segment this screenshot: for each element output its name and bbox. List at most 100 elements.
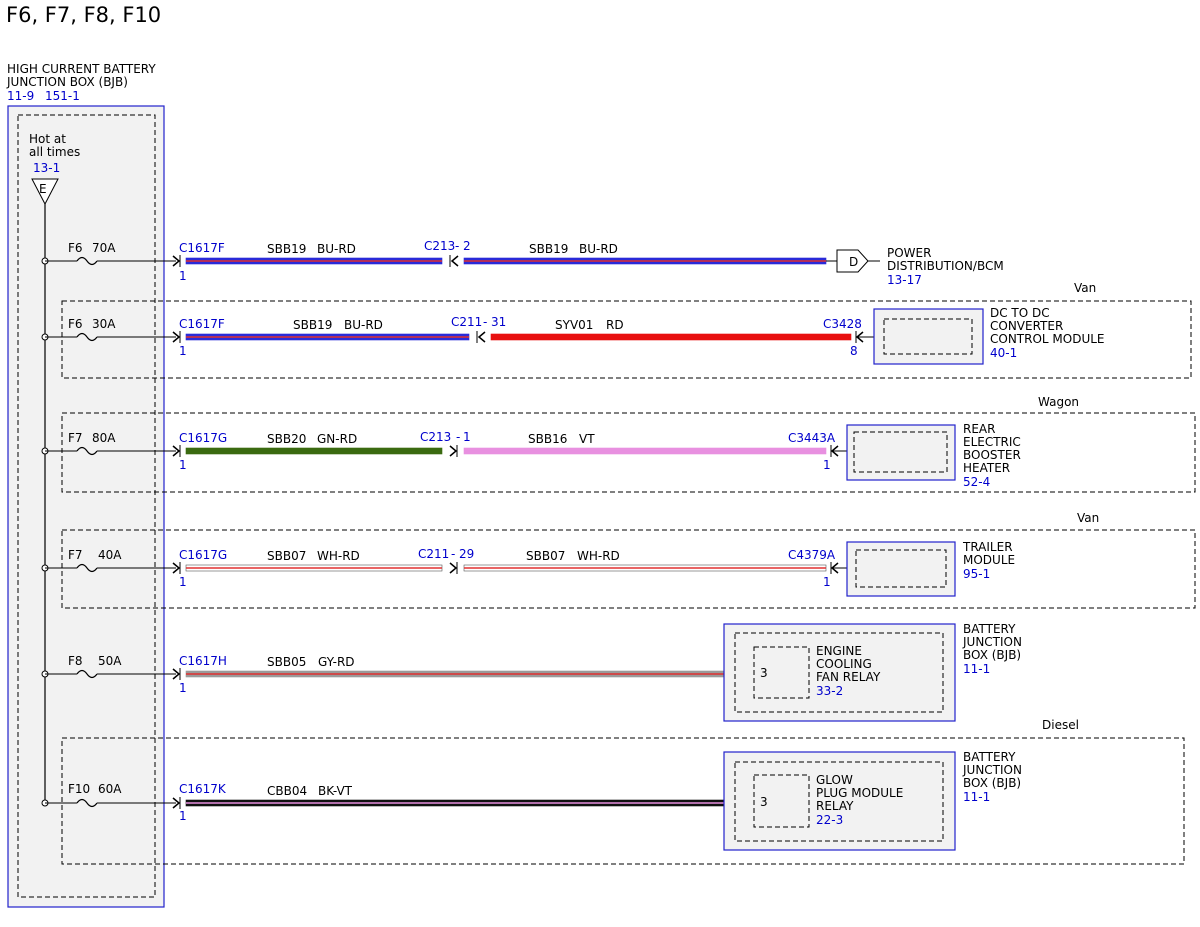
dest-line-1: DC TO DC <box>990 306 1050 320</box>
circuit1-color: GN-RD <box>317 432 357 446</box>
fuse-amps: 30A <box>92 317 116 331</box>
relay-ref: 33-2 <box>816 684 843 698</box>
connector-pin: 1 <box>179 575 187 589</box>
fuse-amps: 60A <box>98 782 122 796</box>
inline-dash: - <box>451 547 455 561</box>
inline-connector-arrow <box>449 562 458 574</box>
inline-pin: 31 <box>491 315 506 329</box>
fuse-label: F7 <box>68 548 83 562</box>
end-connector: C3443A <box>788 431 836 445</box>
inline-connector-arrow <box>449 445 458 457</box>
inline-pin: 2 <box>463 239 471 253</box>
relay-line-3: FAN RELAY <box>816 670 881 684</box>
dest-line-2: CONVERTER <box>990 319 1063 333</box>
fuse-amps: 70A <box>92 241 116 255</box>
box-line-1: BATTERY <box>963 622 1016 636</box>
dest-line-2: ELECTRIC <box>963 435 1021 449</box>
fuse-label: F8 <box>68 654 83 668</box>
bjb-ref1: 11-9 <box>7 89 34 103</box>
page-title: F6, F7, F8, F10 <box>6 3 161 27</box>
dest-line-4: HEATER <box>963 461 1010 475</box>
inline-dash: - <box>456 430 460 444</box>
relay-line-1: GLOW <box>816 773 853 787</box>
connector-pin: 1 <box>179 681 187 695</box>
connector-label: C1617H <box>179 654 227 668</box>
box-line-3: BOX (BJB) <box>963 776 1021 790</box>
circuit2-id: SBB07 <box>526 549 565 563</box>
variant-label-wagon: Wagon <box>1038 395 1079 409</box>
dest-component-box <box>873 308 984 365</box>
circuit2-color: RD <box>606 318 624 332</box>
connector-pin: 1 <box>179 809 187 823</box>
wire-segment <box>463 447 827 455</box>
dest-line-1: TRAILER <box>962 540 1013 554</box>
circuit1-id: SBB05 <box>267 655 306 669</box>
relay-line-1: ENGINE <box>816 644 862 658</box>
circuit2-id: SBB16 <box>528 432 567 446</box>
bjb-ref2: 151-1 <box>45 89 80 103</box>
wire-segment <box>490 333 852 341</box>
circuit-row-2: F7 80A C1617G 1 SBB20 GN-RD C213 - 1 SBB… <box>68 422 1021 489</box>
box-line-2: JUNCTION <box>962 635 1022 649</box>
connector-label: C1617G <box>179 431 227 445</box>
dest-ref: 40-1 <box>990 346 1017 360</box>
box-line-1: BATTERY <box>963 750 1016 764</box>
fuse-label: F10 <box>68 782 90 796</box>
connector-pin: 1 <box>179 344 187 358</box>
circuit1-id: CBB04 <box>267 784 307 798</box>
dest-ref: 52-4 <box>963 475 990 489</box>
end-terminal-label: D <box>849 255 858 269</box>
dest-line-3: CONTROL MODULE <box>990 332 1105 346</box>
relay-line-2: PLUG MODULE <box>816 786 903 800</box>
circuit2-id: SBB19 <box>529 242 568 256</box>
fuse-amps: 40A <box>98 548 122 562</box>
relay-ref: 22-3 <box>816 813 843 827</box>
inline-pin: 1 <box>463 430 471 444</box>
circuit1-color: WH-RD <box>317 549 360 563</box>
bjb-name-line1: HIGH CURRENT BATTERY <box>7 62 156 76</box>
dest-line-3: BOOSTER <box>963 448 1021 462</box>
dest-line-2: MODULE <box>963 553 1015 567</box>
end-pin: 1 <box>823 575 831 589</box>
fuse-label: F6 <box>68 317 83 331</box>
inline-connector: C213 <box>420 430 451 444</box>
relay-pin: 3 <box>760 795 768 809</box>
inline-connector: C211 <box>418 547 449 561</box>
inline-connector-arrow <box>450 255 459 267</box>
wire-segment <box>185 447 443 455</box>
hot-ref: 13-1 <box>33 161 60 175</box>
connector-label: C1617F <box>179 317 225 331</box>
variant-label-van-1: Van <box>1074 281 1096 295</box>
circuit1-color: BU-RD <box>317 242 356 256</box>
inline-dash: - <box>483 315 487 329</box>
inline-connector: C213 <box>424 239 455 253</box>
inline-dash: - <box>455 239 459 253</box>
variant-label-diesel: Diesel <box>1042 718 1079 732</box>
dest-ref: 13-17 <box>887 273 922 287</box>
circuit2-color: VT <box>579 432 595 446</box>
inline-connector-arrow <box>477 331 486 343</box>
hot-terminal-label: E <box>39 182 47 196</box>
circuit1-id: SBB20 <box>267 432 306 446</box>
circuit1-id: SBB19 <box>293 318 332 332</box>
dest-line-2: DISTRIBUTION/BCM <box>887 259 1004 273</box>
fuse-amps: 50A <box>98 654 122 668</box>
box-ref: 11-1 <box>963 790 990 804</box>
dest-line-1: POWER <box>887 246 931 260</box>
relay-pin: 3 <box>760 666 768 680</box>
relay-line-2: COOLING <box>816 657 872 671</box>
connector-pin: 1 <box>179 458 187 472</box>
inline-pin: 29 <box>459 547 474 561</box>
box-line-2: JUNCTION <box>962 763 1022 777</box>
end-connector: C4379A <box>788 548 836 562</box>
box-line-3: BOX (BJB) <box>963 648 1021 662</box>
dest-ref: 95-1 <box>963 567 990 581</box>
connector-pin: 1 <box>179 269 187 283</box>
end-pin: 8 <box>850 344 858 358</box>
bjb-name-line2: JUNCTION BOX (BJB) <box>6 75 128 89</box>
box-ref: 11-1 <box>963 662 990 676</box>
circuit1-id: SBB07 <box>267 549 306 563</box>
fuse-amps: 80A <box>92 431 116 445</box>
dest-line-1: REAR <box>963 422 995 436</box>
inline-connector: C211 <box>451 315 482 329</box>
